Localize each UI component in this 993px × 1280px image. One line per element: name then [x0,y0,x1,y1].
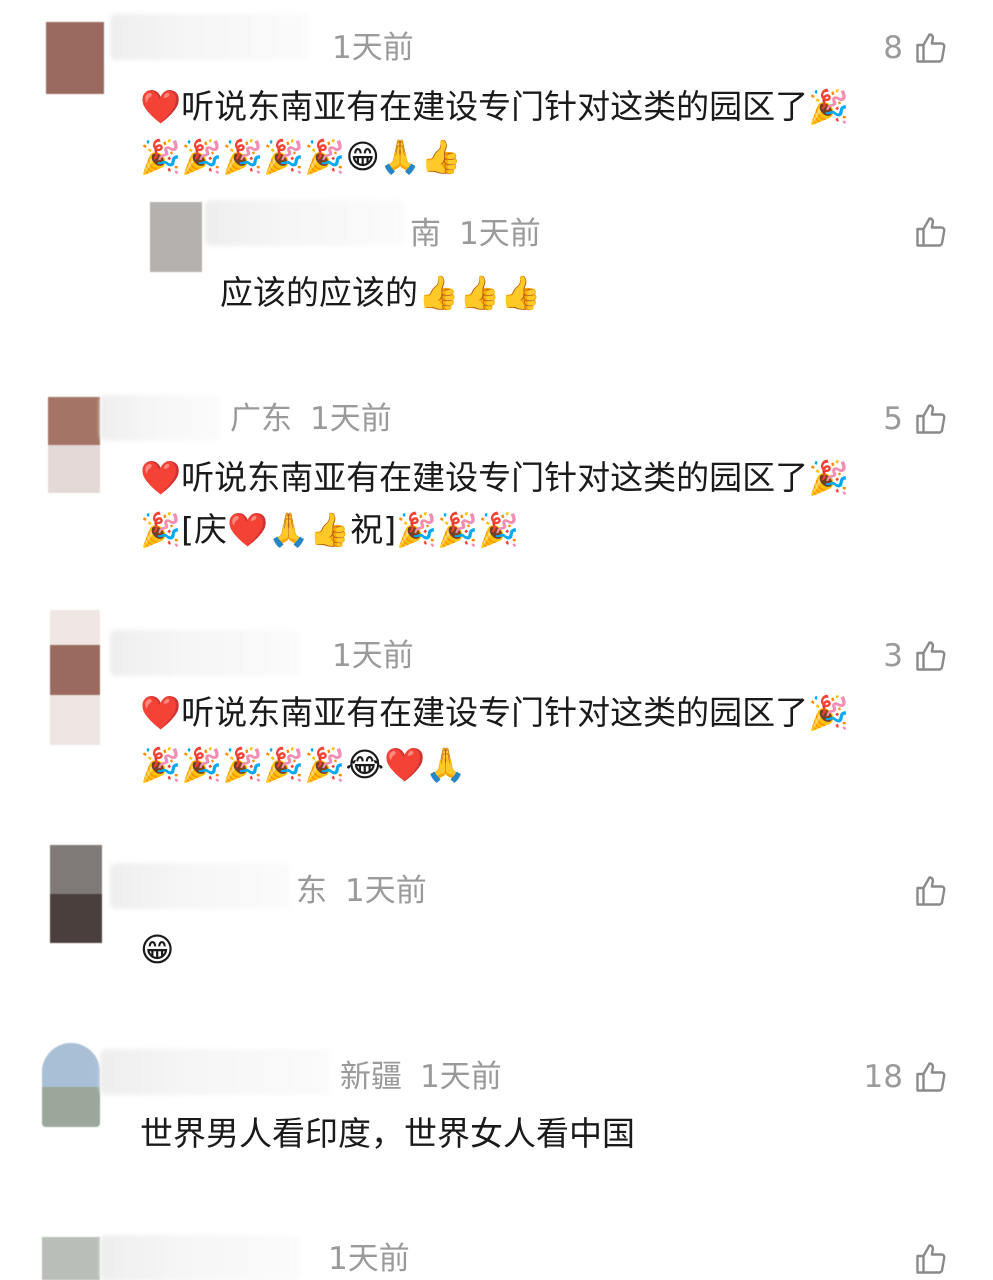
comment-location: 广东 [230,401,292,437]
thumbs-up-icon [916,33,946,63]
comment-meta: 东 1天前 [296,871,427,911]
avatar[interactable] [50,610,100,745]
username-blurred [110,14,310,60]
comment-text-line: 🎉🎉🎉🎉🎉😁🙏👍 [140,137,463,176]
comment-text-line: 🎉[庆❤️🙏👍祝]🎉🎉🎉 [140,510,520,549]
comment-text-line: ❤️听说东南亚有在建设专门针对这类的园区了🎉 [140,87,850,126]
comment-time: 1天前 [328,1241,410,1277]
comment-text-line: 🎉🎉🎉🎉🎉😂❤️🙏 [140,745,467,784]
comment-location: 东 [296,873,327,909]
comment-text-line: 世界男人看印度，世界女人看中国 [140,1114,635,1153]
thumbs-up-icon [916,641,946,671]
comment-text-line: 😁 [140,930,175,969]
comment-text-line: ❤️听说东南亚有在建设专门针对这类的园区了🎉 [140,458,850,497]
like-button[interactable]: 8 [883,28,949,68]
comment-time: 1天前 [310,401,392,437]
username-blurred [110,630,300,676]
thumbs-up-icon [916,876,946,906]
like-count: 18 [863,1059,903,1095]
comment-time: 1天前 [345,873,427,909]
comment-time: 1天前 [332,638,414,674]
like-button[interactable]: 18 [864,1057,949,1097]
avatar[interactable] [50,845,102,943]
thumbs-up-icon [916,1244,946,1274]
reply-item: 南 1天前 应该的应该的👍👍👍 [0,190,993,340]
like-count: 5 [883,401,903,437]
like-button[interactable]: 3 [883,636,949,676]
comment-meta: 1天前 [310,1239,410,1279]
avatar[interactable] [42,1043,100,1127]
comment-time: 1天前 [420,1059,502,1095]
username-blurred [100,395,220,441]
like-count: 8 [883,30,903,66]
comment-time: 1天前 [332,30,414,66]
like-count: 3 [883,638,903,674]
thumbs-up-icon [916,404,946,434]
thumbs-up-icon [916,217,946,247]
avatar[interactable] [48,397,100,493]
comment-item: 1天前 3 ❤️听说东南亚有在建设专门针对这类的园区了🎉 🎉🎉🎉🎉🎉😂❤️🙏 [0,610,993,825]
like-button[interactable] [903,871,949,911]
comment-list: 1天前 8 ❤️听说东南亚有在建设专门针对这类的园区了🎉 🎉🎉🎉🎉🎉😁🙏👍 南1… [0,0,993,1280]
comment-text-line: ❤️听说东南亚有在建设专门针对这类的园区了🎉 [140,693,850,732]
comment-item: 广东 1天前 5 ❤️听说东南亚有在建设专门针对这类的园区了🎉 🎉[庆❤️🙏👍祝]… [0,375,993,590]
comment-meta: 1天前 [314,28,414,68]
comment-location: 南 [410,216,441,252]
like-button[interactable] [903,212,949,252]
comment-meta: 广东 1天前 [230,399,392,439]
comment-item: 1天前 [0,1215,993,1280]
username-blurred [100,1049,330,1095]
avatar[interactable] [42,1237,100,1280]
comment-item: 1天前 8 ❤️听说东南亚有在建设专门针对这类的园区了🎉 🎉🎉🎉🎉🎉😁🙏👍 [0,0,993,190]
thumbs-up-icon [916,1062,946,1092]
avatar[interactable] [46,22,104,94]
comment-item: 新疆 1天前 18 世界男人看印度，世界女人看中国 [0,1035,993,1175]
username-blurred [205,200,405,246]
comment-meta: 1天前 [314,636,414,676]
avatar[interactable] [150,202,202,272]
comment-time: 1天前 [459,216,541,252]
like-button[interactable]: 5 [883,399,949,439]
comment-meta: 南 1天前 [410,214,541,254]
comment-item: 东 1天前 😁 [0,845,993,1025]
like-button[interactable] [903,1239,949,1279]
username-blurred [110,863,290,909]
comment-location: 新疆 [340,1059,402,1095]
comment-meta: 新疆 1天前 [340,1057,502,1097]
username-blurred [100,1235,300,1280]
comment-text-line: 应该的应该的👍👍👍 [220,273,542,312]
